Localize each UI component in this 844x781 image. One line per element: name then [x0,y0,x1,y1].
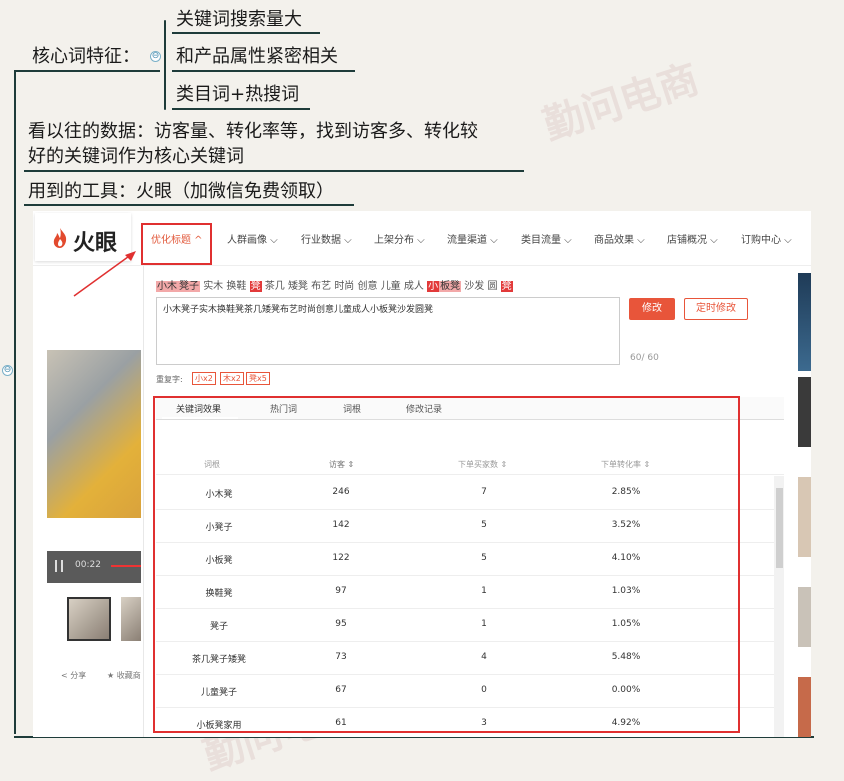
product-image[interactable] [47,350,141,518]
nav-category-traffic[interactable]: 类目流量 ⌵ [521,231,572,246]
title-token: 成人 [403,281,424,292]
bracket-line [164,20,166,110]
branch-line [20,70,160,72]
share-button[interactable]: < 分享 [61,670,86,681]
product-thumb[interactable] [798,587,811,647]
table-scrollbar[interactable] [774,476,784,737]
title-token: 圆 [487,281,498,292]
duplicate-chip: 凳x5 [246,372,270,385]
title-input[interactable]: 小木凳子实木换鞋凳茶几矮凳布艺时尚创意儿童成人小板凳沙发圆凳 [156,297,620,365]
mindmap-node-core-features[interactable]: 核心词特征： [32,45,140,69]
child-underline [172,32,320,34]
promo-banner[interactable] [798,377,811,447]
title-token: 茶几 [264,281,285,292]
title-token: 沙发 [464,281,485,292]
mindmap-node-data-line1[interactable]: 看以往的数据：访客量、转化率等，找到访客多、转化较 [28,120,478,144]
title-token: 小木 [156,281,178,292]
branch-line [24,170,524,172]
watermark: 勤问电商 [538,56,705,150]
title-token: 凳 [500,281,513,292]
thumbnail[interactable] [67,597,111,641]
video-time: 00:22 [75,560,101,570]
branch-connector [14,170,16,176]
nav-product-effect[interactable]: 商品效果 ⌵ [594,231,645,246]
promo-banner[interactable] [798,273,811,371]
child-underline [172,70,355,72]
mindmap-node-tool[interactable]: 用到的工具：火眼（加微信免费领取） [28,180,334,204]
scroll-thumb[interactable] [776,488,783,568]
collapse-icon[interactable]: ⊖ [2,365,13,376]
thumbnail[interactable] [121,597,141,641]
title-token: 凳子 [178,281,200,292]
video-controls[interactable]: 00:22 [47,551,141,583]
mindmap-child-node[interactable]: 和产品属性紧密相关 [176,45,338,69]
highlight-box-table [153,396,740,733]
title-token: 矮凳 [287,281,308,292]
title-token: 换鞋 [226,281,247,292]
char-count: 60/ 60 [630,353,659,363]
title-token: 时尚 [334,281,355,292]
nav-shop-overview[interactable]: 店铺概况 ⌵ [667,231,718,246]
title-token: 小 [427,281,440,292]
title-token: 创意 [357,281,378,292]
nav-listing-distribution[interactable]: 上架分布 ⌵ [374,231,425,246]
arrow-icon [73,251,136,297]
panel-divider [143,266,144,737]
product-thumb[interactable] [798,677,811,737]
nav-crowd-portrait[interactable]: 人群画像 ⌵ [227,231,278,246]
title-token: 实木 [203,281,224,292]
nav-traffic-channel[interactable]: 流量渠道 ⌵ [447,231,498,246]
title-token: 布艺 [311,281,332,292]
duplicate-chip: 小x2 [192,372,216,385]
duplicate-label: 重复字: [156,375,183,384]
pause-icon[interactable] [55,560,63,572]
product-thumb[interactable] [798,477,811,557]
mindmap-child-node[interactable]: 类目词+热搜词 [176,83,299,107]
right-side-panel [798,267,811,737]
mindmap-child-node[interactable]: 关键词搜索量大 [176,8,302,32]
flame-icon [53,228,67,248]
modify-button[interactable]: 修改 [629,298,675,320]
branch-line [24,204,354,206]
scheduled-modify-button[interactable]: 定时修改 [684,298,748,320]
video-progress[interactable] [111,565,141,567]
collect-button[interactable]: ★ 收藏商 [107,670,141,681]
mindmap-node-data-line2: 好的关键词作为核心关键词 [28,146,244,167]
share-icon: < [61,671,68,680]
title-token: 板凳 [439,281,462,292]
child-underline [172,108,310,110]
embedded-screenshot: 火眼 优化标题 ^ 人群画像 ⌵ 行业数据 ⌵ 上架分布 ⌵ 流量渠道 ⌵ 类目… [33,211,811,737]
title-token: 凳 [249,281,262,292]
highlight-box-nav [141,223,212,265]
title-token-row: 小木 凳子 实木 换鞋 凳 茶几 矮凳 布艺 时尚 创意 儿童 成人 小板凳 沙发… [156,277,513,292]
duplicate-chip: 木x2 [220,372,244,385]
nav-industry-data[interactable]: 行业数据 ⌵ [301,231,352,246]
star-icon: ★ [107,671,115,680]
nav-order-center[interactable]: 订购中心 ⌵ [741,231,792,246]
title-token: 儿童 [380,281,401,292]
collapse-icon[interactable]: ⊖ [150,51,161,62]
